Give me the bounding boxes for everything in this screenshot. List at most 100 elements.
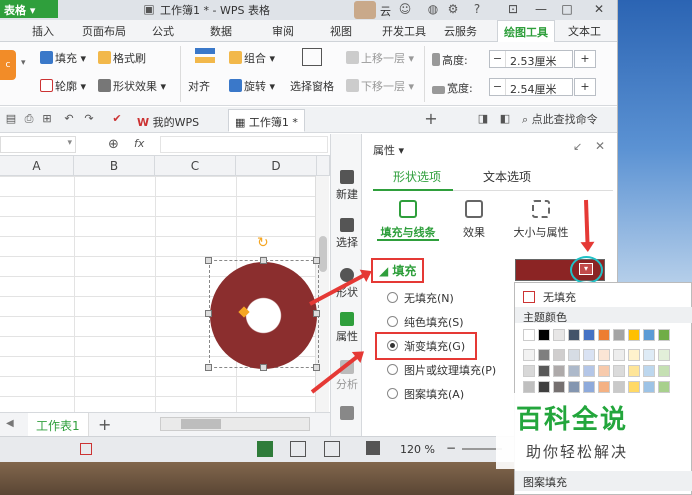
save-icon[interactable]: ▤ (4, 112, 18, 126)
formula-input[interactable] (160, 136, 328, 153)
sheet-nav-icon[interactable]: ◀ (6, 418, 14, 429)
tab-shape-options[interactable]: 形状选项 (393, 168, 441, 185)
fx-icon[interactable]: fx (134, 137, 144, 150)
chevron-down-icon[interactable]: ▾ (67, 138, 72, 148)
avatar[interactable] (354, 1, 376, 19)
check-icon[interactable]: ✔ (110, 112, 124, 126)
doc-tab-mywps[interactable]: W 我的WPS (130, 109, 206, 132)
align-button[interactable]: 对齐 (188, 78, 210, 94)
width-input[interactable]: − 2.54厘米 (489, 78, 573, 96)
doc-tab-workbook[interactable]: ▦ 工作簿1 * (228, 109, 305, 132)
panel-title[interactable]: 属性 ▾ (373, 142, 404, 158)
increase-width-button[interactable]: + (574, 78, 596, 96)
select-pane-icon[interactable] (302, 48, 322, 66)
minimize-button[interactable]: — (530, 1, 552, 18)
theme-shade-row[interactable] (523, 365, 673, 377)
shape-style-preview[interactable]: c (0, 50, 16, 80)
maximize-button[interactable]: □ (556, 1, 578, 18)
help-icon[interactable]: ? (470, 2, 484, 16)
increase-height-button[interactable]: + (574, 50, 596, 68)
zoom-level[interactable]: 120 % (400, 443, 435, 456)
subtab-size-properties[interactable]: 大小与属性 (503, 200, 579, 240)
zoom-icon[interactable]: ⊕ (108, 137, 119, 152)
tab-page-layout[interactable]: 页面布局 (82, 23, 126, 39)
macro-icon[interactable] (80, 443, 92, 455)
radio-gradient-fill[interactable] (387, 340, 398, 351)
collapse-icon[interactable]: ↙ (573, 140, 582, 153)
fill-section-header[interactable]: ◢ 填充 (371, 258, 425, 283)
column-header-a[interactable]: A (0, 156, 74, 176)
tab-drawing-tools[interactable]: 绘图工具 (497, 20, 555, 42)
fill-button[interactable]: 填充 ▾ (40, 50, 86, 66)
resize-handle[interactable] (205, 364, 212, 371)
print-icon[interactable]: ⎙ (22, 112, 36, 126)
subtab-fill-line[interactable]: 填充与线条 (373, 200, 443, 240)
move-down-button[interactable]: 下移一层 ▾ (346, 78, 414, 94)
sidebar-item-more[interactable] (333, 406, 361, 422)
column-header-b[interactable]: B (74, 156, 155, 176)
resize-handle[interactable] (205, 310, 212, 317)
tab-text-tools[interactable]: 文本工 (568, 23, 601, 39)
doc-icon[interactable]: ◨ (476, 112, 490, 126)
decrease-height-button[interactable]: − (490, 51, 506, 67)
radio-no-fill[interactable] (387, 292, 398, 303)
pattern-fill-header[interactable]: 图案填充 (515, 471, 692, 491)
move-up-button[interactable]: 上移一层 ▾ (346, 50, 414, 66)
reading-mode-icon[interactable] (366, 441, 380, 455)
resize-handle[interactable] (313, 257, 320, 264)
bookmark-icon[interactable]: ◧ (498, 112, 512, 126)
sidebar-item-properties[interactable]: 属性 (333, 312, 361, 344)
page-break-view-icon[interactable] (290, 441, 306, 457)
resize-handle[interactable] (313, 310, 320, 317)
tab-developer[interactable]: 开发工具 (382, 23, 426, 39)
radio-solid-fill[interactable] (387, 316, 398, 327)
radio-pattern-fill[interactable] (387, 388, 398, 399)
option-pattern-fill[interactable]: 图案填充(A) (387, 386, 464, 402)
rotate-button[interactable]: 旋转 ▾ (229, 78, 275, 94)
subtab-effect[interactable]: 效果 (439, 200, 509, 240)
scrollbar-thumb[interactable] (181, 419, 221, 429)
format-brush-button[interactable]: 格式刷 (98, 50, 146, 66)
redo-icon[interactable]: ↷ (82, 112, 96, 126)
select-pane-button[interactable]: 选择窗格 (290, 78, 334, 94)
sidebar-item-new[interactable]: 新建 (333, 170, 361, 202)
name-box[interactable]: ▾ (0, 136, 76, 153)
app-menu-button[interactable]: 表格 ▾ (0, 0, 58, 18)
rotate-handle-icon[interactable]: ↻ (257, 236, 271, 250)
theme-shade-row[interactable] (523, 349, 673, 361)
theme-color-row[interactable] (523, 329, 673, 341)
preview-icon[interactable]: ⊞ (40, 112, 54, 126)
option-no-fill[interactable]: 无填充(N) (387, 290, 454, 306)
tab-view[interactable]: 视图 (330, 23, 352, 39)
close-button[interactable]: ✕ (588, 1, 610, 18)
tab-data[interactable]: 数据 (210, 23, 232, 39)
resize-handle[interactable] (260, 257, 267, 264)
resize-handle[interactable] (205, 257, 212, 264)
close-panel-icon[interactable]: ✕ (595, 139, 605, 153)
page-layout-view-icon[interactable] (324, 441, 340, 457)
normal-view-icon[interactable] (257, 441, 273, 457)
add-sheet-button[interactable]: + (98, 415, 111, 434)
column-header-d[interactable]: D (236, 156, 317, 176)
resize-handle[interactable] (260, 364, 267, 371)
donut-shape[interactable] (210, 262, 317, 369)
shape-effect-button[interactable]: 形状效果 ▾ (98, 78, 166, 94)
skin-icon[interactable]: ◍ (426, 2, 440, 16)
tab-text-options[interactable]: 文本选项 (483, 168, 531, 185)
sheet-tab[interactable]: 工作表1 (28, 413, 89, 436)
theme-shade-row[interactable] (523, 381, 673, 393)
restore-icon[interactable]: ⊡ (502, 1, 524, 18)
tab-cloud[interactable]: 云服务 (444, 23, 477, 39)
option-gradient-fill[interactable]: 渐变填充(G) (375, 332, 478, 360)
column-header-e[interactable] (317, 156, 330, 176)
tab-formula[interactable]: 公式 (152, 23, 174, 39)
radio-picture-fill[interactable] (387, 364, 398, 375)
zoom-out-button[interactable]: − (446, 441, 456, 455)
outline-button[interactable]: 轮廓 ▾ (40, 78, 86, 94)
scrollbar-thumb[interactable] (319, 236, 327, 272)
sidebar-item-select[interactable]: 选择 (333, 218, 361, 250)
option-picture-fill[interactable]: 图片或纹理填充(P) (387, 362, 496, 378)
height-input[interactable]: − 2.53厘米 (489, 50, 573, 68)
decrease-width-button[interactable]: − (490, 79, 506, 95)
group-button[interactable]: 组合 ▾ (229, 50, 275, 66)
